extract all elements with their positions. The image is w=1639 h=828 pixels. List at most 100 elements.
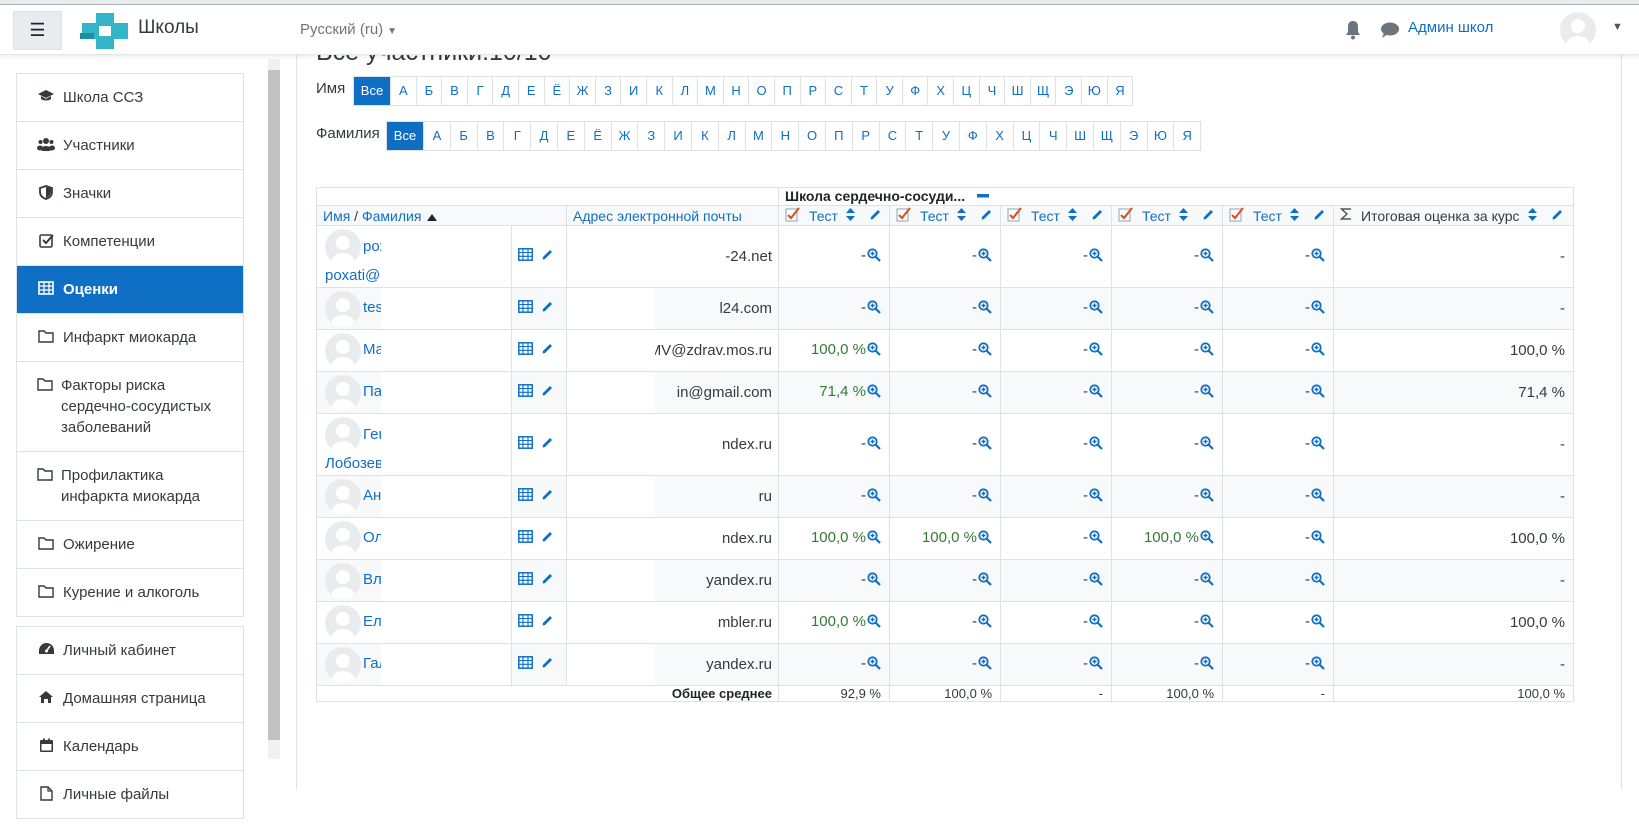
grade-value[interactable]: 71,4 % (819, 383, 866, 400)
filter-letter[interactable]: Б (451, 122, 478, 150)
filter-letter[interactable]: Д (531, 122, 558, 150)
filter-letter[interactable]: Ш (1067, 122, 1094, 150)
filter-letter[interactable]: З (596, 77, 622, 105)
filter-letter[interactable]: Н (724, 77, 750, 105)
quiz-column-link[interactable]: Тест (1142, 208, 1171, 224)
avatar[interactable] (325, 417, 361, 453)
zoom-in-icon[interactable] (978, 299, 992, 318)
single-view-table-icon[interactable] (518, 614, 533, 631)
zoom-in-icon[interactable] (1311, 341, 1325, 360)
single-view-table-icon[interactable] (518, 248, 533, 265)
filter-letter[interactable]: А (424, 122, 451, 150)
filter-all-button[interactable]: Все (354, 77, 391, 105)
sort-toggle-icon[interactable] (1527, 207, 1537, 224)
grade-value[interactable]: - (861, 299, 866, 316)
grade-value[interactable]: - (861, 247, 866, 264)
filter-letter[interactable]: Х (987, 122, 1014, 150)
quiz-column-link[interactable]: Тест (1253, 208, 1282, 224)
avatar[interactable] (325, 290, 361, 327)
grade-value[interactable]: - (1194, 341, 1199, 358)
sort-toggle-icon[interactable] (845, 207, 855, 224)
filter-letter[interactable]: Г (504, 122, 532, 150)
zoom-in-icon[interactable] (867, 341, 881, 360)
grade-value[interactable]: - (861, 655, 866, 672)
logo-cross-icon[interactable] (80, 11, 132, 51)
grade-value[interactable]: - (1305, 341, 1310, 358)
zoom-in-icon[interactable] (867, 529, 881, 548)
zoom-in-icon[interactable] (1311, 247, 1325, 266)
zoom-in-icon[interactable] (1200, 247, 1214, 266)
avatar[interactable] (325, 520, 361, 557)
grade-value[interactable]: - (1194, 247, 1199, 264)
grade-value[interactable]: - (972, 383, 977, 400)
filter-letter[interactable]: М (746, 122, 773, 150)
zoom-in-icon[interactable] (1200, 487, 1214, 506)
filter-letter[interactable]: К (647, 77, 673, 105)
filter-letter[interactable]: Н (772, 122, 800, 150)
grade-value[interactable]: - (972, 655, 977, 672)
filter-letter[interactable]: Е (558, 122, 585, 150)
filter-letter[interactable]: Ё (545, 77, 571, 105)
edit-pencil-icon[interactable] (541, 614, 554, 631)
avatar[interactable] (325, 562, 361, 599)
edit-pencil-icon[interactable] (541, 530, 554, 547)
grade-value[interactable]: - (1083, 341, 1088, 358)
sort-first-name-link[interactable]: Имя (323, 208, 350, 224)
filter-letter[interactable]: Л (719, 122, 746, 150)
filter-letter[interactable]: К (692, 122, 719, 150)
grade-value[interactable]: - (1083, 383, 1088, 400)
single-view-table-icon[interactable] (518, 530, 533, 547)
zoom-in-icon[interactable] (1089, 341, 1103, 360)
avatar[interactable] (325, 646, 361, 683)
zoom-in-icon[interactable] (978, 383, 992, 402)
collapse-minus-icon[interactable] (977, 188, 990, 205)
grade-value[interactable]: - (1083, 247, 1088, 264)
filter-letter[interactable]: П (775, 77, 801, 105)
quiz-column-link[interactable]: Тест (809, 208, 838, 224)
sidebar-item-sg1-5[interactable]: Инфаркт миокарда (17, 314, 243, 362)
zoom-in-icon[interactable] (867, 299, 881, 318)
zoom-in-icon[interactable] (1200, 383, 1214, 402)
zoom-in-icon[interactable] (1089, 383, 1103, 402)
user-name[interactable]: Админ школ (1408, 19, 1493, 36)
grade-value[interactable]: - (1305, 613, 1310, 630)
grade-value[interactable]: - (1083, 529, 1088, 546)
filter-letter[interactable]: Г (468, 77, 494, 105)
zoom-in-icon[interactable] (1089, 529, 1103, 548)
zoom-in-icon[interactable] (1311, 613, 1325, 632)
sidebar-item-sg2-2[interactable]: Календарь (17, 723, 243, 771)
filter-letter[interactable]: Л (673, 77, 699, 105)
zoom-in-icon[interactable] (978, 529, 992, 548)
filter-letter[interactable]: Э (1121, 122, 1148, 150)
zoom-in-icon[interactable] (1311, 383, 1325, 402)
grade-value[interactable]: - (1305, 299, 1310, 316)
single-view-table-icon[interactable] (518, 488, 533, 505)
zoom-in-icon[interactable] (1311, 487, 1325, 506)
filter-letter[interactable]: И (665, 122, 692, 150)
zoom-in-icon[interactable] (867, 655, 881, 674)
language-selector[interactable]: Русский (ru) ▼ (300, 21, 397, 38)
filter-letter[interactable]: Ф (903, 77, 929, 105)
filter-letter[interactable]: С (880, 122, 907, 150)
grade-value[interactable]: - (972, 571, 977, 588)
sidebar-item-sg2-0[interactable]: Личный кабинет (17, 627, 243, 675)
filter-letter[interactable]: Ж (570, 77, 596, 105)
grade-value[interactable]: - (1194, 383, 1199, 400)
grade-value[interactable]: - (1083, 435, 1088, 452)
grade-value[interactable]: - (972, 299, 977, 316)
sort-last-name-link[interactable]: Фамилия (362, 208, 421, 224)
grade-value[interactable]: - (1083, 571, 1088, 588)
edit-pencil-icon[interactable] (541, 656, 554, 673)
grade-value[interactable]: - (1194, 571, 1199, 588)
zoom-in-icon[interactable] (1311, 299, 1325, 318)
grade-value[interactable]: - (972, 613, 977, 630)
single-view-table-icon[interactable] (518, 342, 533, 359)
sidebar-item-sg1-9[interactable]: Курение и алкоголь (17, 569, 243, 616)
filter-letter[interactable]: Ц (1014, 122, 1041, 150)
filter-letter[interactable]: Б (417, 77, 443, 105)
filter-letter[interactable]: О (799, 122, 826, 150)
sidebar-item-sg1-0[interactable]: Школа ССЗ (17, 74, 243, 122)
zoom-in-icon[interactable] (867, 435, 881, 454)
filter-letter[interactable]: В (478, 122, 505, 150)
sidebar-scroll-thumb[interactable] (268, 70, 280, 740)
